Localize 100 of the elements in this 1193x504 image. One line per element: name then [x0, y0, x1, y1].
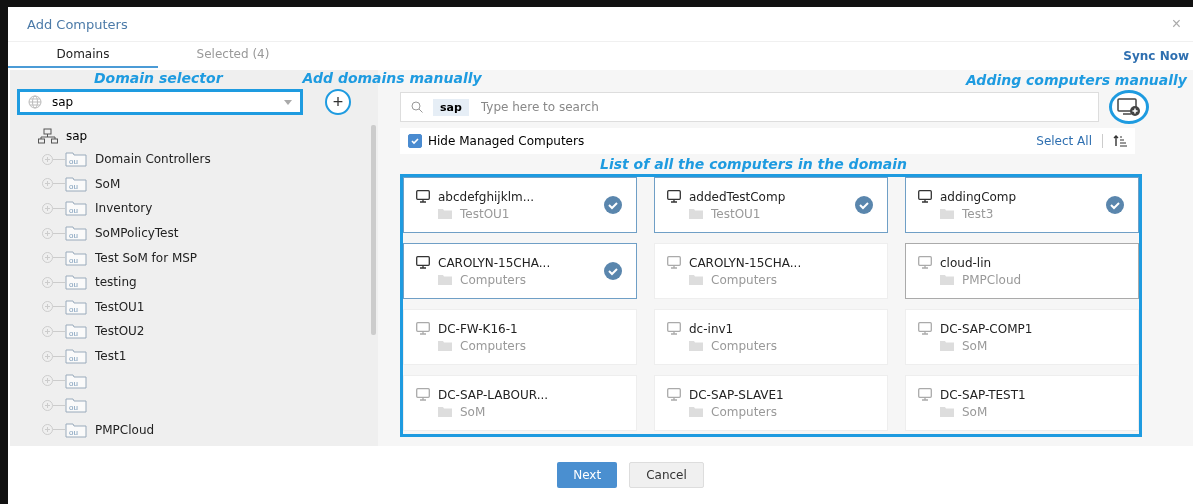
- checkbox-label: Hide Managed Computers: [428, 134, 585, 148]
- computer-card[interactable]: CAROLYN-15CHA... Computers: [403, 243, 637, 299]
- expand-icon[interactable]: [42, 301, 53, 313]
- computer-card[interactable]: cloud-lin PMPCloud: [905, 243, 1139, 299]
- computer-card[interactable]: abcdefghijklm... TestOU1: [403, 177, 637, 233]
- search-input[interactable]: Type here to search: [478, 99, 1088, 115]
- tree-item[interactable]: TestOU2: [95, 324, 145, 339]
- annotation-label: Adding computers manually: [965, 72, 1187, 90]
- sync-now-link[interactable]: Sync Now: [1123, 42, 1193, 70]
- computer-name: addedTestComp: [689, 189, 786, 204]
- scrollbar[interactable]: [371, 125, 376, 335]
- computer-card[interactable]: DC-SAP-COMP1 SoM: [905, 309, 1139, 365]
- tab[interactable]: Domains: [8, 42, 158, 68]
- window-title: Add Computers: [27, 16, 128, 32]
- folder-icon: [940, 208, 954, 219]
- computer-ou: Computers: [711, 404, 777, 419]
- folder-icon: ou: [65, 225, 87, 242]
- computer-card[interactable]: dc-inv1 Computers: [654, 309, 888, 365]
- tree-item[interactable]: TestOU1: [95, 299, 145, 314]
- tree-item[interactable]: Domain Controllers: [95, 152, 211, 167]
- check-icon: [604, 196, 622, 214]
- expand-icon[interactable]: [42, 153, 53, 165]
- expand-icon[interactable]: [42, 424, 53, 436]
- monitor-icon: [416, 256, 430, 269]
- folder-icon: [689, 340, 703, 351]
- expand-icon[interactable]: [42, 375, 53, 387]
- computer-card[interactable]: DC-SAP-TEST1 SoM: [905, 375, 1139, 431]
- tree-item[interactable]: SoMPolicyTest: [95, 226, 179, 241]
- computer-card[interactable]: DC-SAP-LABOUR... SoM: [403, 375, 637, 431]
- annotation-label: Add domains manually: [302, 70, 482, 86]
- computer-name: DC-SAP-TEST1: [940, 387, 1026, 402]
- folder-icon: [689, 406, 703, 417]
- network-icon: [38, 128, 58, 144]
- monitor-icon: [667, 388, 681, 401]
- computer-name: cloud-lin: [940, 255, 992, 270]
- computer-card[interactable]: addingComp Test3: [905, 177, 1139, 233]
- select-all-link[interactable]: Select All: [1036, 134, 1092, 148]
- tree-item[interactable]: testing: [95, 275, 137, 290]
- folder-icon: ou: [65, 175, 87, 192]
- tree-item[interactable]: PMPCloud: [95, 422, 155, 437]
- folder-icon: [438, 406, 452, 417]
- expand-icon[interactable]: [42, 178, 53, 190]
- domain-dropdown[interactable]: sap: [17, 89, 303, 115]
- expand-icon[interactable]: [42, 203, 53, 214]
- computer-card[interactable]: CAROLYN-15CHA... Computers: [654, 243, 888, 299]
- folder-icon: ou: [65, 200, 87, 217]
- check-icon: [855, 196, 873, 214]
- tree-item[interactable]: sap: [66, 129, 88, 143]
- computer-card[interactable]: DC-SAP-SLAVE1 Computers: [654, 375, 888, 431]
- monitor-icon: [667, 256, 681, 269]
- annotation-label: List of all the computers in the domain: [600, 156, 908, 172]
- computer-name: abcdefghijklm...: [438, 189, 535, 204]
- dropdown-value: sap: [52, 95, 75, 109]
- expand-icon[interactable]: [42, 276, 53, 288]
- monitor-icon: [918, 190, 932, 203]
- computer-ou: Computers: [711, 272, 777, 287]
- folder-icon: [689, 274, 703, 285]
- computer-card[interactable]: addedTestComp TestOU1: [654, 177, 888, 233]
- monitor-icon: [918, 322, 932, 335]
- computer-card[interactable]: DC-FW-K16-1 Computers: [403, 309, 637, 365]
- check-icon: [1106, 196, 1124, 214]
- folder-icon: [940, 274, 954, 285]
- tree-item[interactable]: SoM: [95, 176, 121, 191]
- computer-ou: SoM: [962, 338, 988, 353]
- computer-name: DC-SAP-LABOUR...: [438, 387, 549, 402]
- tree-item[interactable]: Test1: [95, 349, 127, 364]
- cancel-button[interactable]: Cancel: [629, 462, 704, 488]
- folder-icon: ou: [65, 323, 87, 340]
- folder-icon: ou: [65, 298, 87, 315]
- check-icon: [410, 136, 420, 146]
- computer-name: DC-SAP-COMP1: [940, 321, 1033, 336]
- search-icon: [411, 101, 423, 113]
- add-monitor-icon: [1117, 97, 1141, 117]
- computer-name: CAROLYN-15CHA...: [438, 255, 551, 270]
- sort-icon[interactable]: [1113, 135, 1127, 147]
- monitor-icon: [918, 256, 932, 269]
- search-field[interactable]: sap Type here to search: [400, 92, 1099, 122]
- monitor-icon: [416, 190, 430, 203]
- add-domain-button[interactable]: +: [325, 89, 351, 115]
- computer-name: CAROLYN-15CHA...: [689, 255, 802, 270]
- computer-ou: Test3: [962, 206, 994, 221]
- folder-icon: ou: [65, 421, 87, 438]
- folder-icon: [438, 208, 452, 219]
- expand-icon[interactable]: [42, 325, 53, 337]
- tree-item[interactable]: Test SoM for MSP: [95, 250, 198, 265]
- expand-icon[interactable]: [42, 350, 53, 362]
- expand-icon[interactable]: [42, 399, 53, 411]
- expand-icon[interactable]: [42, 252, 53, 264]
- expand-icon[interactable]: [42, 227, 53, 239]
- folder-icon: ou: [65, 372, 87, 389]
- folder-icon: [438, 274, 452, 285]
- folder-icon: [940, 340, 954, 351]
- computer-ou: SoM: [460, 404, 486, 419]
- add-computer-button[interactable]: [1109, 90, 1149, 124]
- globe-icon: [28, 95, 42, 109]
- computer-ou: Computers: [711, 338, 777, 353]
- folder-icon: [438, 340, 452, 351]
- tree-item[interactable]: Inventory: [95, 201, 153, 216]
- computer-ou: Computers: [460, 272, 526, 287]
- checkbox[interactable]: [408, 134, 422, 148]
